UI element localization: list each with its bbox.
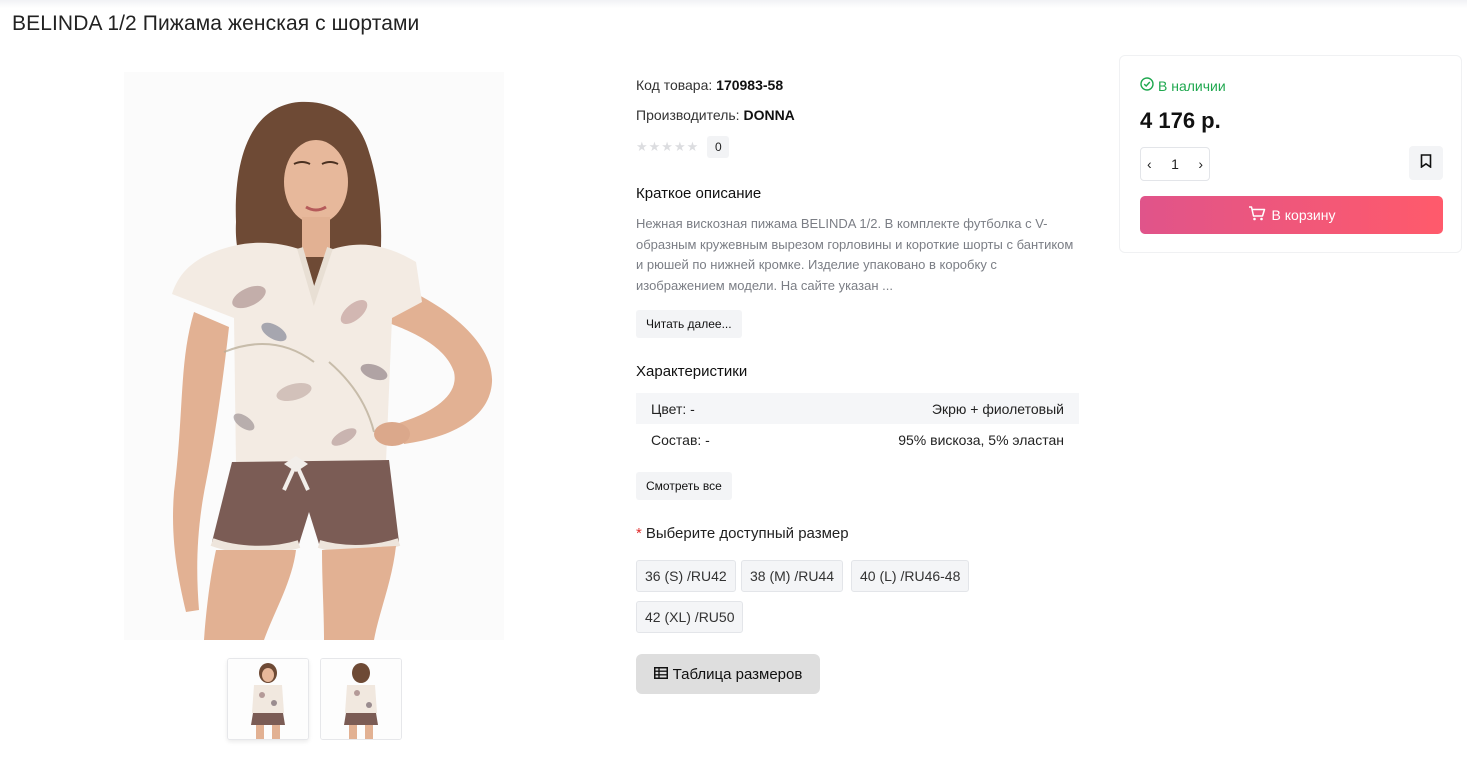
cart-icon — [1248, 206, 1272, 224]
buy-box: В наличии 4 176 р. ‹ 1 › В корзину — [1119, 55, 1462, 253]
size-select-label-text: Выберите доступный размер — [645, 525, 849, 542]
chevron-right-icon[interactable]: › — [1198, 156, 1203, 172]
price: 4 176 р. — [1140, 108, 1221, 133]
description-title: Краткое описание — [636, 185, 762, 202]
spec-row: Состав: - 95% вискоза, 5% эластан — [636, 424, 1079, 455]
specs-title: Характеристики — [636, 363, 748, 380]
thumbnail-front[interactable] — [227, 658, 309, 740]
size-option-38[interactable]: 38 (M) /RU44 — [741, 560, 844, 592]
required-mark: * — [636, 525, 642, 542]
spec-value: 95% вискоза, 5% эластан — [898, 431, 1064, 448]
quantity-stepper[interactable]: ‹ 1 › — [1140, 147, 1210, 181]
page-title: BELINDA 1/2 Пижама женская с шортами — [12, 12, 420, 35]
see-all-specs-button[interactable]: Смотреть все — [636, 472, 732, 500]
add-to-cart-label: В корзину — [1271, 207, 1336, 223]
rating[interactable]: ★★★★★ 0 — [636, 136, 730, 158]
spec-name: Цвет: - — [651, 400, 695, 417]
bookmark-icon — [1420, 153, 1432, 173]
stock-status-text: В наличии — [1158, 77, 1226, 94]
size-option-42[interactable]: 42 (XL) /RU50 — [636, 601, 744, 633]
spec-value: Экрю + фиолетовый — [931, 400, 1064, 417]
product-maker-value: DONNA — [743, 107, 795, 123]
product-maker-label: Производитель: — [636, 107, 740, 123]
product-code-label: Код товара: — [636, 77, 713, 93]
chevron-left-icon[interactable]: ‹ — [1147, 156, 1152, 172]
product-code: Код товара: 170983-58 — [636, 74, 1080, 96]
rating-count: 0 — [707, 136, 730, 158]
table-icon — [653, 666, 673, 683]
size-select-label: * Выберите доступный размер — [636, 525, 849, 542]
size-table-label: Таблица размеров — [672, 665, 803, 683]
bookmark-button[interactable] — [1409, 146, 1443, 180]
specs-table: Цвет: - Экрю + фиолетовый Состав: - 95% … — [636, 393, 1079, 455]
product-main-image[interactable] — [124, 72, 504, 640]
read-more-button[interactable]: Читать далее... — [636, 310, 742, 338]
header-shadow — [0, 0, 1467, 8]
spec-name: Состав: - — [651, 431, 710, 448]
product-maker: Производитель: DONNA — [636, 104, 1080, 126]
thumbnail-back[interactable] — [320, 658, 402, 740]
size-table-button[interactable]: Таблица размеров — [636, 654, 820, 694]
spec-row: Цвет: - Экрю + фиолетовый — [636, 393, 1079, 424]
rating-stars[interactable]: ★★★★★ — [636, 139, 699, 155]
product-code-value: 170983-58 — [716, 77, 784, 93]
quantity-value[interactable]: 1 — [1171, 156, 1179, 172]
product-meta: Код товара: 170983-58 Производитель: DON… — [636, 74, 1080, 126]
check-circle-icon — [1140, 77, 1158, 94]
description-text: Нежная вискозная пижама BELINDA 1/2. В к… — [636, 216, 1074, 293]
stock-status: В наличии — [1140, 77, 1226, 94]
add-to-cart-button[interactable]: В корзину — [1140, 196, 1443, 234]
size-option-40[interactable]: 40 (L) /RU46-48 — [851, 560, 970, 592]
size-option-36[interactable]: 36 (S) /RU42 — [636, 560, 736, 592]
